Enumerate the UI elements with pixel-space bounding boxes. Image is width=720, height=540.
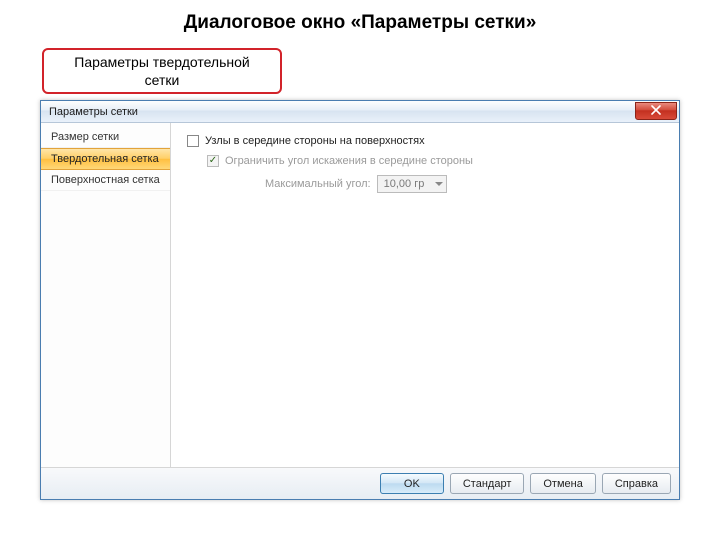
dropdown-max-angle-value: 10,00 гр <box>384 178 425 190</box>
slide-title: Диалоговое окно «Параметры сетки» <box>0 0 720 40</box>
callout-text: Параметры твердотельной сетки <box>42 48 282 94</box>
checkbox-limit-distortion[interactable] <box>207 155 219 167</box>
dropdown-max-angle[interactable]: 10,00 гр <box>377 175 447 193</box>
close-icon <box>651 105 661 118</box>
chevron-down-icon <box>435 182 443 186</box>
help-button[interactable]: Справка <box>602 473 671 494</box>
dialog-title: Параметры сетки <box>49 106 138 118</box>
label-limit-distortion: Ограничить угол искажения в середине сто… <box>225 155 473 167</box>
sidebar: Размер сетки Твердотельная сетка Поверхн… <box>41 123 171 467</box>
sidebar-item-surface-mesh[interactable]: Поверхностная сетка <box>41 170 170 191</box>
callout: Параметры твердотельной сетки <box>42 48 282 94</box>
close-button[interactable] <box>635 102 677 120</box>
ok-button[interactable]: OK <box>380 473 444 494</box>
row-max-angle: Максимальный угол: 10,00 гр <box>265 175 663 193</box>
dialog-window: Параметры сетки Размер сетки Твердотельн… <box>40 100 680 500</box>
checkbox-midside-nodes[interactable] <box>187 135 199 147</box>
row-limit-distortion: Ограничить угол искажения в середине сто… <box>207 155 663 167</box>
row-midside-nodes: Узлы в середине стороны на поверхностях <box>187 135 663 147</box>
button-row: OK Стандарт Отмена Справка <box>41 467 679 499</box>
sidebar-item-solid-mesh[interactable]: Твердотельная сетка <box>41 148 170 170</box>
label-max-angle: Максимальный угол: <box>265 178 371 190</box>
label-midside-nodes: Узлы в середине стороны на поверхностях <box>205 135 425 147</box>
sidebar-item-mesh-size[interactable]: Размер сетки <box>41 127 170 148</box>
standard-button[interactable]: Стандарт <box>450 473 525 494</box>
cancel-button[interactable]: Отмена <box>530 473 595 494</box>
titlebar: Параметры сетки <box>41 101 679 123</box>
dialog-body: Размер сетки Твердотельная сетка Поверхн… <box>41 123 679 467</box>
content-panel: Узлы в середине стороны на поверхностях … <box>171 123 679 467</box>
